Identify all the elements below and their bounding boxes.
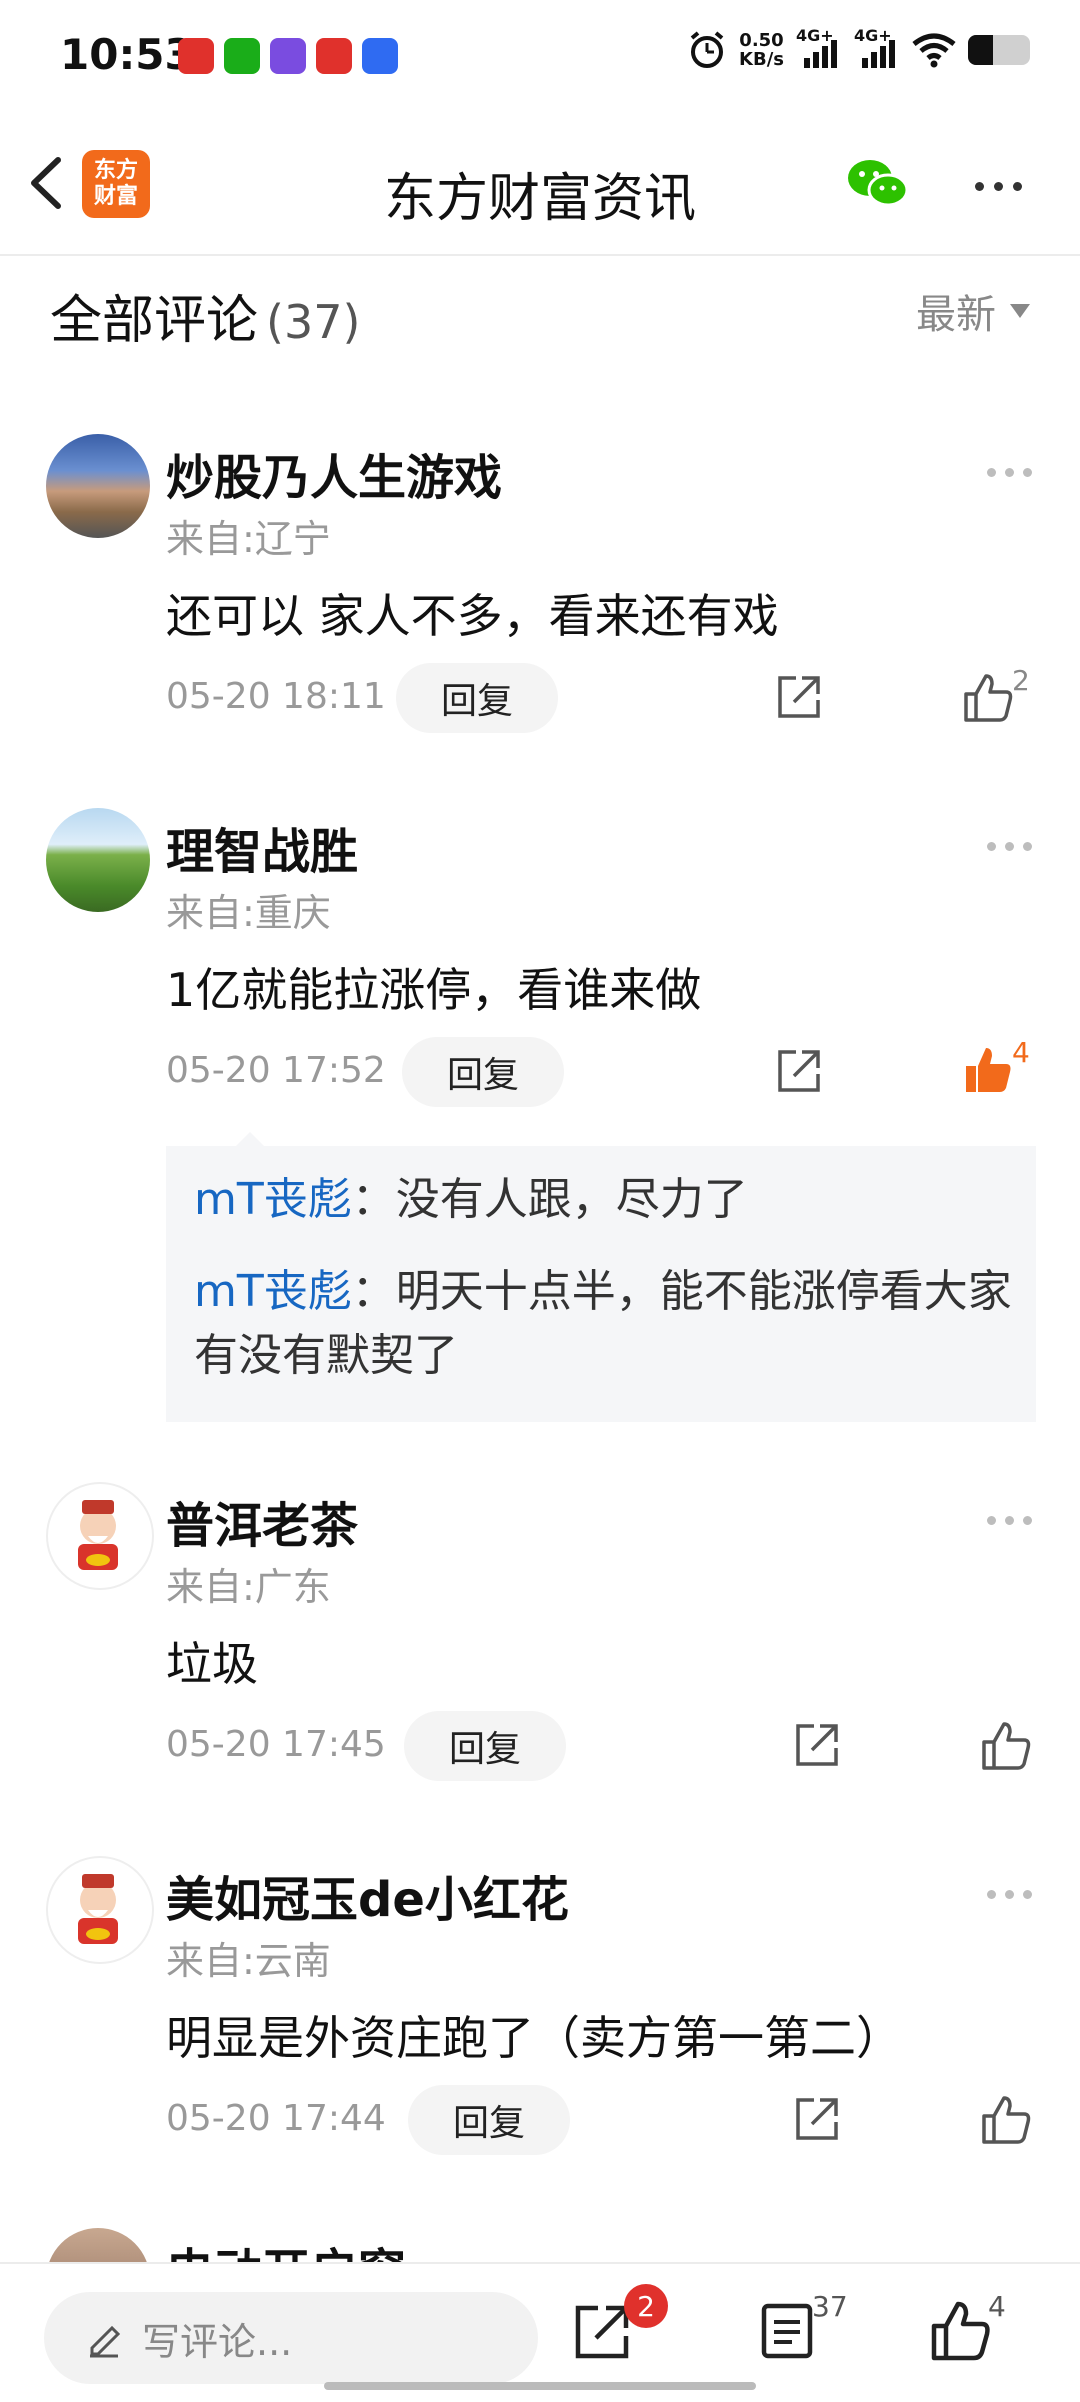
comment-location: 来自:辽宁 xyxy=(166,517,331,561)
net-speed-unit: KB/s xyxy=(739,49,784,70)
avatar[interactable] xyxy=(46,1856,154,1964)
comment-location: 来自:广东 xyxy=(166,1565,331,1609)
reply-button[interactable]: 回复 xyxy=(408,2085,570,2155)
share-icon[interactable] xyxy=(792,1720,842,1770)
share-icon[interactable] xyxy=(774,1046,824,1096)
comment-content: 明显是外资庄跑了（卖方第一第二） xyxy=(166,2011,902,2065)
bottom-action-bar: 写评论... 2 37 4 xyxy=(0,2262,1080,2402)
comment-username[interactable]: 普洱老茶 xyxy=(166,1486,358,1556)
comment-count: 37 xyxy=(812,2290,848,2323)
like-icon[interactable] xyxy=(930,2300,992,2362)
comment-list-icon[interactable] xyxy=(756,2300,818,2362)
share-badge: 2 xyxy=(624,2284,668,2328)
share-icon[interactable] xyxy=(774,672,824,722)
reply-button[interactable]: 回复 xyxy=(396,663,558,733)
reply-text: ：没有人跟，尽力了 xyxy=(351,1174,748,1225)
fortune-god-avatar-icon xyxy=(78,1500,118,1570)
comment-username[interactable]: 理智战胜 xyxy=(166,812,358,882)
alarm-icon xyxy=(690,31,724,68)
status-app-icons xyxy=(178,38,398,74)
reply-item[interactable]: mT丧彪：明天十点半，能不能涨停看大家有没有默契了 xyxy=(194,1260,1014,1388)
comment-username[interactable]: 美如冠玉de小红花 xyxy=(166,1860,569,1930)
more-options-icon[interactable] xyxy=(975,176,1032,195)
like-filled-icon[interactable] xyxy=(962,1044,1014,1096)
battery-level xyxy=(968,35,993,65)
stock-app-icon xyxy=(316,38,352,74)
reply-username[interactable]: mT丧彪 xyxy=(194,1266,352,1317)
pencil-icon xyxy=(90,2325,121,2358)
status-bar: 10:53 0.50 KB/s 4G+ 4G+ xyxy=(0,0,1080,120)
reply-button[interactable]: 回复 xyxy=(404,1711,566,1781)
comments-count: (37) xyxy=(266,295,361,349)
comment-more-icon[interactable] xyxy=(978,462,1032,481)
comment-time: 05-20 17:45 xyxy=(166,1724,386,1765)
avatar[interactable] xyxy=(46,1482,154,1590)
app-header: 东方 财富 东方财富资讯 xyxy=(0,120,1080,256)
like-icon[interactable] xyxy=(962,672,1014,724)
signal-1-icon: 4G+ xyxy=(796,26,842,70)
comment-more-icon[interactable] xyxy=(978,1884,1032,1903)
write-comment-input[interactable]: 写评论... xyxy=(44,2292,538,2384)
comments-title: 全部评论 (37) xyxy=(50,278,360,353)
home-indicator[interactable] xyxy=(324,2382,756,2390)
status-indicators: 0.50 KB/s 4G+ 4G+ xyxy=(687,26,1030,70)
dropdown-triangle-icon xyxy=(1010,304,1030,318)
wechat-share-icon[interactable] xyxy=(846,156,910,212)
status-time: 10:53 xyxy=(60,30,194,79)
like-count: 2 xyxy=(1012,664,1030,697)
signal-1-label: 4G+ xyxy=(796,26,834,45)
jd-app-icon xyxy=(270,38,306,74)
net-speed: 0.50 KB/s xyxy=(739,31,784,69)
net-speed-value: 0.50 xyxy=(739,30,784,51)
reply-item[interactable]: mT丧彪：没有人跟，尽力了 xyxy=(194,1168,1014,1232)
reply-box-pointer xyxy=(236,1132,264,1146)
reply-button[interactable]: 回复 xyxy=(402,1037,564,1107)
avatar[interactable] xyxy=(46,808,150,912)
comment-content: 1亿就能拉涨停，看谁来做 xyxy=(166,963,702,1017)
comment-content: 还可以 家人不多，看来还有戏 xyxy=(166,589,779,643)
comment-time: 05-20 17:44 xyxy=(166,2098,386,2139)
wifi-icon xyxy=(912,33,956,68)
comment-more-icon[interactable] xyxy=(978,1510,1032,1529)
app-1-icon xyxy=(178,38,214,74)
comment-content: 垃圾 xyxy=(166,1637,258,1691)
battery-icon xyxy=(968,35,1030,65)
comment-username[interactable]: 炒股乃人生游戏 xyxy=(166,438,502,508)
sort-label: 最新 xyxy=(916,292,996,338)
comment-location: 来自:云南 xyxy=(166,1939,331,1983)
comment-time: 05-20 18:11 xyxy=(166,676,386,717)
reply-username[interactable]: mT丧彪 xyxy=(194,1174,352,1225)
signal-2-label: 4G+ xyxy=(854,26,892,45)
comments-title-text: 全部评论 xyxy=(50,291,259,351)
like-icon[interactable] xyxy=(980,2094,1032,2146)
like-count: 4 xyxy=(1012,1036,1030,1069)
input-placeholder: 写评论... xyxy=(142,2319,293,2364)
like-icon[interactable] xyxy=(980,1720,1032,1772)
page-title: 东方财富资讯 xyxy=(383,169,696,229)
sort-dropdown[interactable]: 最新 xyxy=(916,282,1030,340)
reply-box: mT丧彪：没有人跟，尽力了 mT丧彪：明天十点半，能不能涨停看大家有没有默契了 xyxy=(166,1146,1036,1422)
like-count: 4 xyxy=(988,2290,1006,2323)
comment-location: 来自:重庆 xyxy=(166,891,331,935)
comment-more-icon[interactable] xyxy=(978,836,1032,855)
share-icon[interactable] xyxy=(792,2094,842,2144)
comment-time: 05-20 17:52 xyxy=(166,1050,386,1091)
avatar[interactable] xyxy=(46,434,150,538)
wechat-app-icon xyxy=(224,38,260,74)
baidu-app-icon xyxy=(362,38,398,74)
signal-2-icon: 4G+ xyxy=(854,26,900,70)
fortune-god-avatar-icon xyxy=(78,1874,118,1944)
